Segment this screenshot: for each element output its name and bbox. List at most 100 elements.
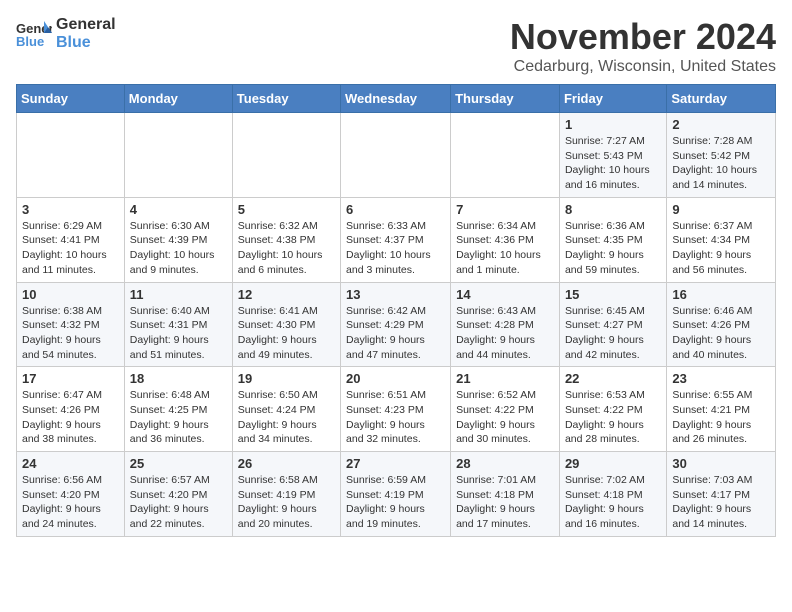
calendar-week-1: 3 Sunrise: 6:29 AM Sunset: 4:41 PM Daylig… [17, 197, 776, 282]
calendar-cell [124, 113, 232, 198]
calendar-cell [451, 113, 560, 198]
calendar-cell: 28 Sunrise: 7:01 AM Sunset: 4:18 PM Dayli… [451, 452, 560, 537]
day-number: 23 [672, 371, 770, 386]
day-info: Sunrise: 7:03 AM Sunset: 4:17 PM Dayligh… [672, 473, 770, 532]
day-number: 6 [346, 202, 445, 217]
day-info: Sunrise: 6:53 AM Sunset: 4:22 PM Dayligh… [565, 388, 661, 447]
day-info: Sunrise: 6:42 AM Sunset: 4:29 PM Dayligh… [346, 304, 445, 363]
calendar-header: SundayMondayTuesdayWednesdayThursdayFrid… [17, 85, 776, 113]
calendar-cell: 25 Sunrise: 6:57 AM Sunset: 4:20 PM Dayli… [124, 452, 232, 537]
day-info: Sunrise: 6:58 AM Sunset: 4:19 PM Dayligh… [238, 473, 335, 532]
day-number: 18 [130, 371, 227, 386]
calendar-cell: 7Sunrise: 6:34 AM Sunset: 4:36 PM Daylig… [451, 197, 560, 282]
calendar-cell: 18 Sunrise: 6:48 AM Sunset: 4:25 PM Dayli… [124, 367, 232, 452]
day-info: Sunrise: 6:38 AM Sunset: 4:32 PM Dayligh… [22, 304, 119, 363]
day-number: 19 [238, 371, 335, 386]
day-number: 1 [565, 117, 661, 132]
calendar-cell: 2Sunrise: 7:28 AM Sunset: 5:42 PM Daylig… [667, 113, 776, 198]
day-info: Sunrise: 6:40 AM Sunset: 4:31 PM Dayligh… [130, 304, 227, 363]
day-info: Sunrise: 6:52 AM Sunset: 4:22 PM Dayligh… [456, 388, 554, 447]
calendar-cell: 20 Sunrise: 6:51 AM Sunset: 4:23 PM Dayli… [341, 367, 451, 452]
day-number: 28 [456, 456, 554, 471]
day-info: Sunrise: 6:56 AM Sunset: 4:20 PM Dayligh… [22, 473, 119, 532]
day-info: Sunrise: 6:51 AM Sunset: 4:23 PM Dayligh… [346, 388, 445, 447]
day-number: 8 [565, 202, 661, 217]
calendar-cell: 17Sunrise: 6:47 AM Sunset: 4:26 PM Dayli… [17, 367, 125, 452]
header-cell-friday: Friday [559, 85, 666, 113]
location-title: Cedarburg, Wisconsin, United States [510, 58, 776, 76]
calendar-cell: 30 Sunrise: 7:03 AM Sunset: 4:17 PM Dayli… [667, 452, 776, 537]
calendar-cell [17, 113, 125, 198]
day-number: 11 [130, 287, 227, 302]
calendar-cell: 10 Sunrise: 6:38 AM Sunset: 4:32 PM Dayli… [17, 282, 125, 367]
calendar-week-2: 10 Sunrise: 6:38 AM Sunset: 4:32 PM Dayli… [17, 282, 776, 367]
calendar-body: 1Sunrise: 7:27 AM Sunset: 5:43 PM Daylig… [17, 113, 776, 537]
header-cell-sunday: Sunday [17, 85, 125, 113]
logo-general: General [56, 16, 116, 34]
day-number: 7 [456, 202, 554, 217]
day-info: Sunrise: 6:47 AM Sunset: 4:26 PM Dayligh… [22, 388, 119, 447]
day-info: Sunrise: 6:45 AM Sunset: 4:27 PM Dayligh… [565, 304, 661, 363]
calendar-cell: 5 Sunrise: 6:32 AM Sunset: 4:38 PM Daylig… [232, 197, 340, 282]
calendar-cell: 12 Sunrise: 6:41 AM Sunset: 4:30 PM Dayli… [232, 282, 340, 367]
calendar-cell: 6 Sunrise: 6:33 AM Sunset: 4:37 PM Daylig… [341, 197, 451, 282]
logo: General Blue General Blue [16, 16, 116, 51]
header-cell-thursday: Thursday [451, 85, 560, 113]
day-number: 25 [130, 456, 227, 471]
calendar-cell [232, 113, 340, 198]
header-cell-tuesday: Tuesday [232, 85, 340, 113]
day-info: Sunrise: 7:02 AM Sunset: 4:18 PM Dayligh… [565, 473, 661, 532]
calendar-cell: 26 Sunrise: 6:58 AM Sunset: 4:19 PM Dayli… [232, 452, 340, 537]
day-number: 9 [672, 202, 770, 217]
day-info: Sunrise: 6:50 AM Sunset: 4:24 PM Dayligh… [238, 388, 335, 447]
day-number: 22 [565, 371, 661, 386]
header: General Blue General Blue November 2024 … [16, 16, 776, 76]
calendar-cell: 29 Sunrise: 7:02 AM Sunset: 4:18 PM Dayli… [559, 452, 666, 537]
day-number: 26 [238, 456, 335, 471]
logo-icon: General Blue [16, 19, 52, 49]
calendar-cell: 23 Sunrise: 6:55 AM Sunset: 4:21 PM Dayli… [667, 367, 776, 452]
calendar-cell: 1Sunrise: 7:27 AM Sunset: 5:43 PM Daylig… [559, 113, 666, 198]
day-info: Sunrise: 6:36 AM Sunset: 4:35 PM Dayligh… [565, 219, 661, 278]
header-cell-wednesday: Wednesday [341, 85, 451, 113]
day-number: 16 [672, 287, 770, 302]
day-info: Sunrise: 6:48 AM Sunset: 4:25 PM Dayligh… [130, 388, 227, 447]
header-cell-saturday: Saturday [667, 85, 776, 113]
calendar-week-4: 24Sunrise: 6:56 AM Sunset: 4:20 PM Dayli… [17, 452, 776, 537]
calendar-week-0: 1Sunrise: 7:27 AM Sunset: 5:43 PM Daylig… [17, 113, 776, 198]
day-info: Sunrise: 6:43 AM Sunset: 4:28 PM Dayligh… [456, 304, 554, 363]
day-info: Sunrise: 7:01 AM Sunset: 4:18 PM Dayligh… [456, 473, 554, 532]
day-number: 5 [238, 202, 335, 217]
day-number: 20 [346, 371, 445, 386]
svg-text:Blue: Blue [16, 34, 44, 49]
day-info: Sunrise: 6:30 AM Sunset: 4:39 PM Dayligh… [130, 219, 227, 278]
day-number: 12 [238, 287, 335, 302]
logo-blue: Blue [56, 34, 116, 52]
day-number: 29 [565, 456, 661, 471]
calendar-cell: 19 Sunrise: 6:50 AM Sunset: 4:24 PM Dayli… [232, 367, 340, 452]
day-info: Sunrise: 6:33 AM Sunset: 4:37 PM Dayligh… [346, 219, 445, 278]
calendar-cell: 9Sunrise: 6:37 AM Sunset: 4:34 PM Daylig… [667, 197, 776, 282]
day-info: Sunrise: 6:32 AM Sunset: 4:38 PM Dayligh… [238, 219, 335, 278]
day-info: Sunrise: 6:29 AM Sunset: 4:41 PM Dayligh… [22, 219, 119, 278]
day-info: Sunrise: 6:41 AM Sunset: 4:30 PM Dayligh… [238, 304, 335, 363]
day-number: 10 [22, 287, 119, 302]
calendar-week-3: 17Sunrise: 6:47 AM Sunset: 4:26 PM Dayli… [17, 367, 776, 452]
month-title: November 2024 [510, 16, 776, 58]
title-area: November 2024 Cedarburg, Wisconsin, Unit… [510, 16, 776, 76]
day-info: Sunrise: 6:46 AM Sunset: 4:26 PM Dayligh… [672, 304, 770, 363]
calendar-cell: 14 Sunrise: 6:43 AM Sunset: 4:28 PM Dayli… [451, 282, 560, 367]
day-number: 30 [672, 456, 770, 471]
day-info: Sunrise: 6:57 AM Sunset: 4:20 PM Dayligh… [130, 473, 227, 532]
calendar-cell: 16 Sunrise: 6:46 AM Sunset: 4:26 PM Dayli… [667, 282, 776, 367]
calendar-cell: 4Sunrise: 6:30 AM Sunset: 4:39 PM Daylig… [124, 197, 232, 282]
day-number: 2 [672, 117, 770, 132]
day-info: Sunrise: 6:55 AM Sunset: 4:21 PM Dayligh… [672, 388, 770, 447]
day-number: 14 [456, 287, 554, 302]
day-number: 3 [22, 202, 119, 217]
calendar-cell: 27Sunrise: 6:59 AM Sunset: 4:19 PM Dayli… [341, 452, 451, 537]
day-info: Sunrise: 6:59 AM Sunset: 4:19 PM Dayligh… [346, 473, 445, 532]
calendar-table: SundayMondayTuesdayWednesdayThursdayFrid… [16, 84, 776, 537]
calendar-cell [341, 113, 451, 198]
calendar-cell: 22 Sunrise: 6:53 AM Sunset: 4:22 PM Dayli… [559, 367, 666, 452]
